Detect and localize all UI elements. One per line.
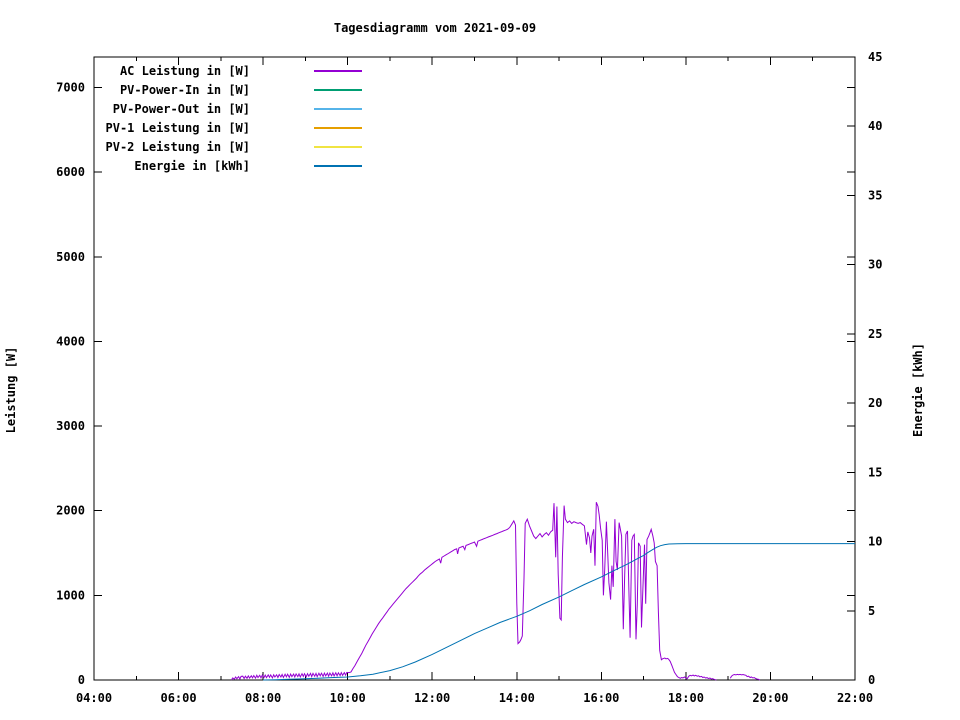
legend-label: PV-Power-Out in [W] — [113, 102, 250, 116]
plot-svg: Tagesdiagramm vom 2021-09-09 Leistung [W… — [4, 21, 925, 705]
series-energie-in-kwh- — [263, 543, 855, 681]
y1-tick-label: 1000 — [56, 588, 85, 602]
y-axis-left-label: Leistung [W] — [4, 347, 18, 434]
y2-tick-label: 5 — [868, 604, 875, 618]
y1-tick-label: 5000 — [56, 250, 85, 264]
x-tick-label: 10:00 — [330, 691, 366, 705]
y2-tick-label: 45 — [868, 50, 882, 64]
series-ac-leistung-in-w- — [230, 502, 717, 681]
y1-tick-label: 2000 — [56, 504, 85, 518]
y2-tick-label: 10 — [868, 535, 882, 549]
x-tick-label: 20:00 — [752, 691, 788, 705]
y1-tick-label: 7000 — [56, 80, 85, 94]
x-tick-label: 18:00 — [668, 691, 704, 705]
legend-label: AC Leistung in [W] — [120, 64, 250, 78]
x-tick-label: 08:00 — [245, 691, 281, 705]
x-tick-label: 22:00 — [837, 691, 873, 705]
x-tick-label: 12:00 — [414, 691, 450, 705]
y2-tick-label: 30 — [868, 258, 882, 272]
legend-label: Energie in [kWh] — [134, 159, 250, 173]
y1-tick-label: 4000 — [56, 334, 85, 348]
chart-title: Tagesdiagramm vom 2021-09-09 — [334, 21, 536, 35]
legend-label: PV-Power-In in [W] — [120, 83, 250, 97]
x-tick-label: 04:00 — [76, 691, 112, 705]
legend-label: PV-2 Leistung in [W] — [106, 140, 251, 154]
series-ac-leistung-in-w- — [729, 673, 761, 681]
y2-tick-label: 25 — [868, 327, 882, 341]
y1-tick-label: 0 — [78, 673, 85, 687]
x-tick-label: 14:00 — [499, 691, 535, 705]
y2-tick-label: 40 — [868, 119, 882, 133]
legend-label: PV-1 Leistung in [W] — [106, 121, 251, 135]
x-tick-label: 16:00 — [583, 691, 619, 705]
y2-tick-label: 15 — [868, 465, 882, 479]
y2-tick-label: 35 — [868, 188, 882, 202]
plot-elements: 04:00 06:00 08:00 10:00 12:00 14:00 16:00 18:00… — [56, 50, 882, 705]
y2-tick-label: 0 — [868, 673, 875, 687]
y2-tick-label: 20 — [868, 396, 882, 410]
y-axis-right-label: Energie [kWh] — [911, 343, 925, 437]
day-diagram-chart: Tagesdiagramm vom 2021-09-09 Leistung [W… — [0, 0, 960, 720]
x-tick-label: 06:00 — [160, 691, 196, 705]
y1-tick-label: 6000 — [56, 165, 85, 179]
y1-tick-label: 3000 — [56, 419, 85, 433]
